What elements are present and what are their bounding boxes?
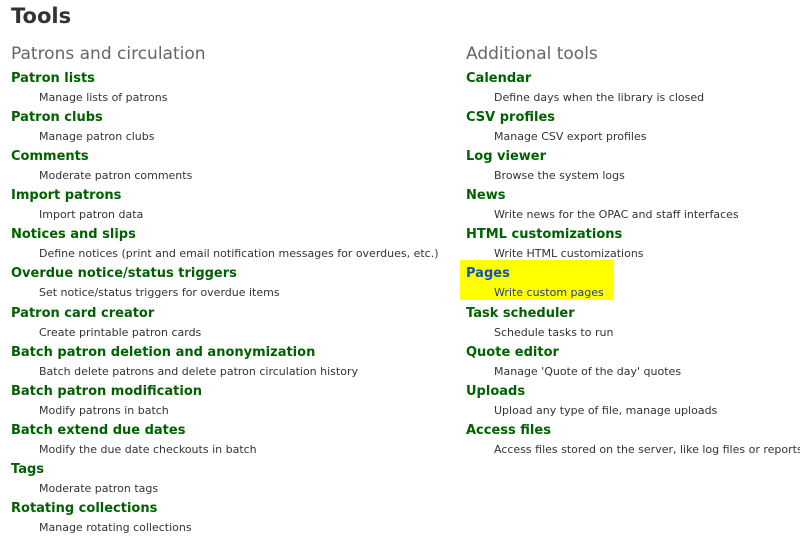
patrons-and-circulation-section: Patrons and circulation Patron lists Man… [11, 43, 451, 539]
uploads-link[interactable]: Uploads [466, 383, 796, 403]
tool-item-calendar: Calendar Define days when the library is… [466, 70, 796, 109]
tool-item-batch-patron-modification: Batch patron modification Modify patrons… [11, 383, 451, 422]
tool-item-quote-editor: Quote editor Manage 'Quote of the day' q… [466, 344, 796, 383]
notices-and-slips-description: Define notices (print and email notifica… [39, 247, 439, 261]
rotating-collections-link[interactable]: Rotating collections [11, 500, 451, 520]
tool-item-csv-profiles: CSV profiles Manage CSV export profiles [466, 109, 796, 148]
batch-patron-deletion-link[interactable]: Batch patron deletion and anonymization [11, 344, 451, 364]
batch-extend-due-dates-link[interactable]: Batch extend due dates [11, 422, 451, 442]
tool-item-pages: Pages Write custom pages [460, 260, 796, 304]
access-files-link[interactable]: Access files [466, 422, 796, 442]
tool-item-overdue-triggers: Overdue notice/status triggers Set notic… [11, 265, 451, 304]
csv-profiles-link[interactable]: CSV profiles [466, 109, 796, 129]
additional-tools-heading: Additional tools [466, 44, 598, 64]
tool-item-news: News Write news for the OPAC and staff i… [466, 187, 796, 226]
log-viewer-description: Browse the system logs [494, 169, 625, 183]
tool-item-patron-lists: Patron lists Manage lists of patrons [11, 70, 451, 109]
comments-description: Moderate patron comments [39, 169, 193, 183]
overdue-triggers-description: Set notice/status triggers for overdue i… [39, 286, 280, 300]
tool-item-log-viewer: Log viewer Browse the system logs [466, 148, 796, 187]
tool-item-comments: Comments Moderate patron comments [11, 148, 451, 187]
pages-link[interactable]: Pages [466, 265, 796, 285]
tool-item-tags: Tags Moderate patron tags [11, 461, 451, 500]
tool-item-uploads: Uploads Upload any type of file, manage … [466, 383, 796, 422]
tool-item-import-patrons: Import patrons Import patron data [11, 187, 451, 226]
quote-editor-description: Manage 'Quote of the day' quotes [494, 364, 682, 378]
tool-item-patron-card-creator: Patron card creator Create printable pat… [11, 305, 451, 344]
tags-link[interactable]: Tags [11, 461, 451, 481]
task-scheduler-description: Schedule tasks to run [494, 325, 614, 339]
calendar-link[interactable]: Calendar [466, 70, 796, 90]
notices-and-slips-link[interactable]: Notices and slips [11, 226, 451, 246]
tool-item-patron-clubs: Patron clubs Manage patron clubs [11, 109, 451, 148]
csv-profiles-description: Manage CSV export profiles [494, 130, 647, 144]
batch-patron-deletion-description: Batch delete patrons and delete patron c… [39, 364, 358, 378]
access-files-description: Access files stored on the server, like … [494, 442, 800, 456]
tool-item-access-files: Access files Access files stored on the … [466, 422, 800, 461]
tool-item-task-scheduler: Task scheduler Schedule tasks to run [466, 305, 796, 344]
calendar-description: Define days when the library is closed [494, 91, 705, 104]
patron-clubs-link[interactable]: Patron clubs [11, 109, 451, 129]
patrons-and-circulation-heading: Patrons and circulation [11, 44, 206, 64]
tool-item-rotating-collections: Rotating collections Manage rotating col… [11, 500, 451, 539]
comments-link[interactable]: Comments [11, 148, 451, 168]
tool-item-batch-patron-deletion: Batch patron deletion and anonymization … [11, 344, 451, 383]
additional-tools-section: Additional tools Calendar Define days wh… [460, 43, 800, 461]
html-customizations-link[interactable]: HTML customizations [466, 226, 796, 246]
patrons-tools-list: Patron lists Manage lists of patrons Pat… [11, 70, 451, 539]
pages-description: Write custom pages [494, 286, 604, 300]
patron-clubs-description: Manage patron clubs [39, 130, 155, 144]
import-patrons-link[interactable]: Import patrons [11, 187, 451, 207]
patron-lists-link[interactable]: Patron lists [11, 70, 451, 90]
uploads-description: Upload any type of file, manage uploads [494, 403, 718, 417]
batch-patron-modification-description: Modify patrons in batch [39, 403, 169, 417]
batch-extend-due-dates-description: Modify the due date checkouts in batch [39, 442, 257, 456]
patron-card-creator-description: Create printable patron cards [39, 325, 202, 339]
import-patrons-description: Import patron data [39, 208, 144, 222]
news-link[interactable]: News [466, 187, 796, 207]
rotating-collections-description: Manage rotating collections [39, 521, 192, 535]
overdue-triggers-link[interactable]: Overdue notice/status triggers [11, 265, 451, 285]
tool-item-batch-extend-due-dates: Batch extend due dates Modify the due da… [11, 422, 451, 461]
tool-item-notices-and-slips: Notices and slips Define notices (print … [11, 226, 451, 265]
batch-patron-modification-link[interactable]: Batch patron modification [11, 383, 451, 403]
log-viewer-link[interactable]: Log viewer [466, 148, 796, 168]
additional-tools-list: Calendar Define days when the library is… [460, 70, 800, 461]
news-description: Write news for the OPAC and staff interf… [494, 208, 739, 222]
patron-card-creator-link[interactable]: Patron card creator [11, 305, 451, 325]
page-title: Tools [11, 4, 72, 28]
quote-editor-link[interactable]: Quote editor [466, 344, 796, 364]
tags-description: Moderate patron tags [39, 481, 159, 495]
patron-lists-description: Manage lists of patrons [39, 91, 168, 104]
task-scheduler-link[interactable]: Task scheduler [466, 305, 796, 325]
